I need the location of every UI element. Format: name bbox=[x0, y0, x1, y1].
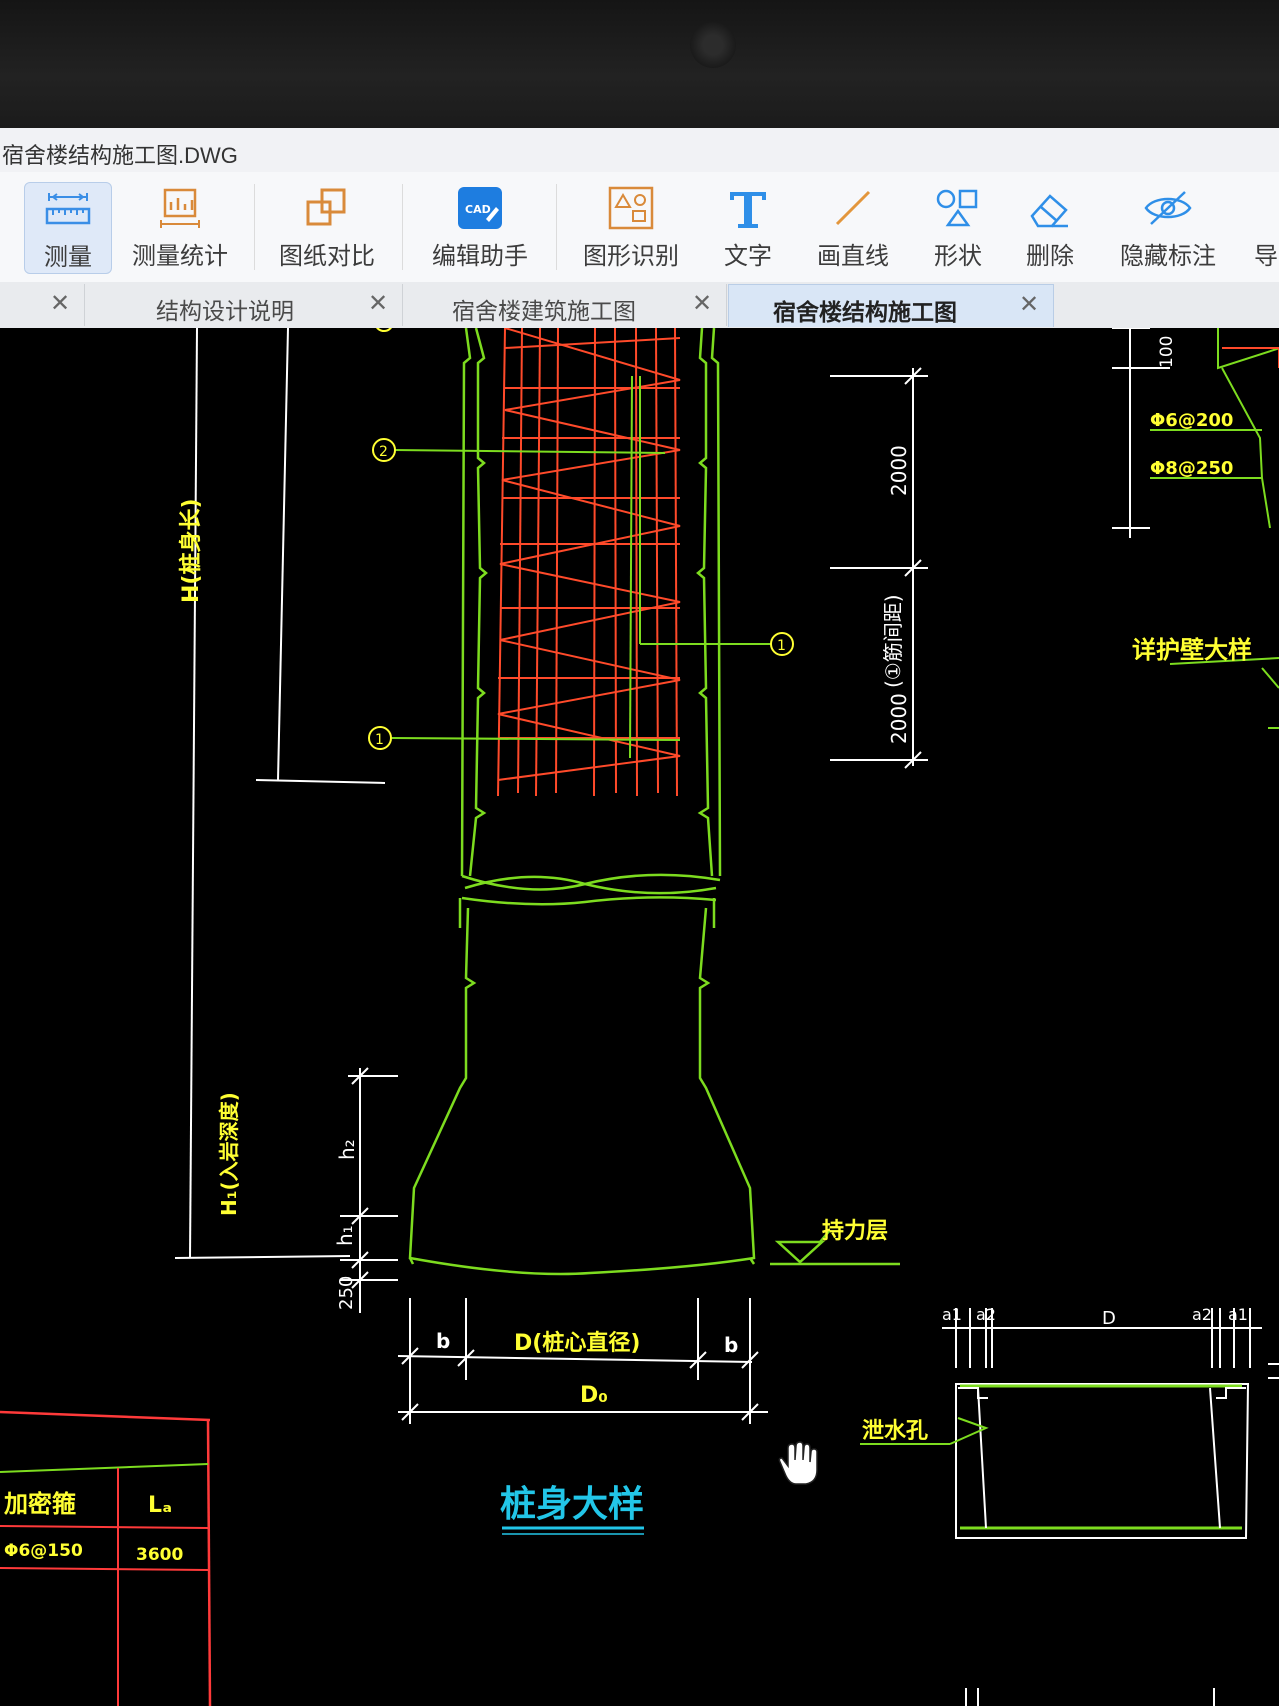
pile-length-label: H(桩身长) bbox=[178, 498, 204, 603]
h2-label: h₂ bbox=[335, 1139, 359, 1160]
shape-recognize-icon bbox=[572, 182, 690, 234]
webcam bbox=[690, 22, 736, 68]
d-right-label: D bbox=[1102, 1308, 1116, 1329]
tab-structure-notes[interactable]: 结构设计说明 ✕ bbox=[86, 284, 403, 326]
a1-right-label: a1 bbox=[1228, 1305, 1248, 1324]
text-label: 文字 bbox=[724, 242, 772, 270]
table-header-stirrup: 加密箍 bbox=[4, 1490, 76, 1518]
edit-assistant-button[interactable]: CAD 编辑助手 bbox=[422, 182, 538, 272]
d0-label: D₀ bbox=[580, 1383, 608, 1408]
line-icon bbox=[800, 182, 906, 234]
b-right-label: b bbox=[724, 1333, 738, 1357]
toolbar: 测量 测量统计 图纸对比 CAD 编辑助手 图形识别 文字 画直线 形状 删除 … bbox=[0, 172, 1279, 282]
callout-2: 2 bbox=[379, 444, 388, 460]
tab-structure-drawing[interactable]: 宿舍楼结构施工图 ✕ bbox=[728, 284, 1054, 327]
document-tabs: ✕ 结构设计说明 ✕ 宿舍楼建筑施工图 ✕ 宿舍楼结构施工图 ✕ bbox=[0, 282, 1279, 328]
h1-label: h₁ bbox=[333, 1225, 357, 1246]
toolbar-divider bbox=[402, 184, 403, 270]
shapes-label: 形状 bbox=[934, 242, 982, 270]
hide-annotations-button[interactable]: 隐藏标注 bbox=[1112, 182, 1224, 272]
callout-1-left: 1 bbox=[375, 732, 384, 748]
callout-1-right: 1 bbox=[777, 638, 786, 654]
measure-stats-label: 测量统计 bbox=[132, 242, 228, 270]
cad-edit-icon: CAD bbox=[422, 182, 538, 234]
delete-label: 删除 bbox=[1026, 242, 1074, 270]
core-diameter-label: D(桩心直径) bbox=[514, 1330, 640, 1356]
tab-label: 宿舍楼结构施工图 bbox=[773, 300, 957, 326]
table-cell-stirrup: Φ6@150 bbox=[4, 1541, 83, 1561]
a1-left-label: a1 bbox=[942, 1305, 962, 1324]
draw-line-label: 画直线 bbox=[817, 242, 889, 270]
compare-button[interactable]: 图纸对比 bbox=[272, 182, 382, 272]
export-label: 导 bbox=[1254, 242, 1278, 270]
b-left-label: b bbox=[436, 1329, 450, 1353]
tab-label: 宿舍楼建筑施工图 bbox=[452, 299, 636, 325]
a2-right-label: a2 bbox=[1192, 1305, 1212, 1324]
export-icon bbox=[1254, 182, 1279, 234]
close-icon[interactable]: ✕ bbox=[692, 289, 712, 317]
dimension-2000-top: 2000 bbox=[887, 445, 911, 496]
shape-recognize-label: 图形识别 bbox=[583, 242, 679, 270]
tab-architecture-drawing[interactable]: 宿舍楼建筑施工图 ✕ bbox=[404, 284, 727, 326]
close-icon[interactable]: ✕ bbox=[368, 289, 388, 317]
enlarge-height-label: H₁(入岩深度) bbox=[217, 1092, 241, 1216]
table-cell-la: 3600 bbox=[136, 1545, 183, 1565]
retaining-wall-label: 详护壁大样 bbox=[1132, 636, 1252, 664]
edge-fragments bbox=[965, 1363, 1279, 1706]
callout-leaders bbox=[391, 375, 772, 759]
spacing-note: (①筋间距) bbox=[881, 594, 905, 688]
edit-assistant-label: 编辑助手 bbox=[432, 242, 528, 270]
shapes-icon bbox=[918, 182, 998, 234]
detail-title: 桩身大样 bbox=[500, 1484, 644, 1525]
svg-text:CAD: CAD bbox=[465, 203, 491, 216]
measure-stats-button[interactable]: 测量统计 bbox=[120, 182, 240, 272]
monitor-bezel bbox=[0, 0, 1279, 128]
eye-hide-icon bbox=[1112, 182, 1224, 234]
spacing-dimension bbox=[830, 367, 928, 769]
tab-previous[interactable]: ✕ bbox=[0, 284, 85, 326]
measure-button[interactable]: 测量 bbox=[24, 182, 112, 274]
window-title: 宿舍楼结构施工图.DWG bbox=[2, 143, 238, 168]
compare-label: 图纸对比 bbox=[279, 242, 375, 270]
dimension-100: 100 bbox=[1157, 336, 1177, 368]
pile-length-dimension bbox=[174, 328, 386, 1259]
draw-line-button[interactable]: 画直线 bbox=[800, 182, 906, 272]
rebar-spec-top: Φ6@200 bbox=[1150, 410, 1233, 431]
text-button[interactable]: 文字 bbox=[708, 182, 788, 272]
rebar-cage bbox=[497, 328, 681, 797]
bearing-layer-label: 持力层 bbox=[822, 1219, 888, 1244]
close-icon[interactable]: ✕ bbox=[50, 289, 70, 317]
callout-markers: 2 1 1 bbox=[368, 328, 794, 750]
hide-annotations-label: 隐藏标注 bbox=[1120, 242, 1216, 270]
text-icon bbox=[708, 182, 788, 234]
toolbar-divider bbox=[556, 184, 557, 270]
measure-label: 测量 bbox=[44, 243, 92, 271]
a2-left-label: a2 bbox=[976, 1305, 996, 1324]
shapes-button[interactable]: 形状 bbox=[918, 182, 998, 272]
eraser-icon bbox=[1010, 182, 1090, 234]
table-header-la: Lₐ bbox=[148, 1493, 172, 1518]
drain-hole-label: 泄水孔 bbox=[862, 1419, 928, 1444]
retaining-wall-detail bbox=[1112, 328, 1279, 729]
ruler-icon bbox=[25, 183, 111, 235]
title-bar: 宿舍楼结构施工图.DWG bbox=[0, 128, 1279, 173]
rebar-spec-mid: Φ8@250 bbox=[1150, 458, 1233, 479]
measure-stats-icon bbox=[120, 182, 240, 234]
tab-label: 结构设计说明 bbox=[156, 299, 294, 325]
close-icon[interactable]: ✕ bbox=[1019, 290, 1039, 318]
toolbar-divider bbox=[254, 184, 255, 270]
cad-drawing: H(桩身长) H₁(入岩深度) 2 1 1 2000 2000 (①筋间距) 1… bbox=[0, 328, 1279, 1706]
dimension-250: 250 bbox=[336, 1276, 357, 1310]
pile-shaft-outline bbox=[408, 328, 756, 1276]
dimension-2000-bottom: 2000 bbox=[887, 693, 911, 744]
pan-hand-cursor bbox=[778, 1441, 818, 1485]
export-button[interactable]: 导 bbox=[1254, 182, 1279, 272]
drawing-canvas[interactable]: H(桩身长) H₁(入岩深度) 2 1 1 2000 2000 (①筋间距) 1… bbox=[0, 328, 1279, 1706]
compare-icon bbox=[272, 182, 382, 234]
delete-button[interactable]: 删除 bbox=[1010, 182, 1090, 272]
shape-recognize-button[interactable]: 图形识别 bbox=[572, 182, 690, 272]
